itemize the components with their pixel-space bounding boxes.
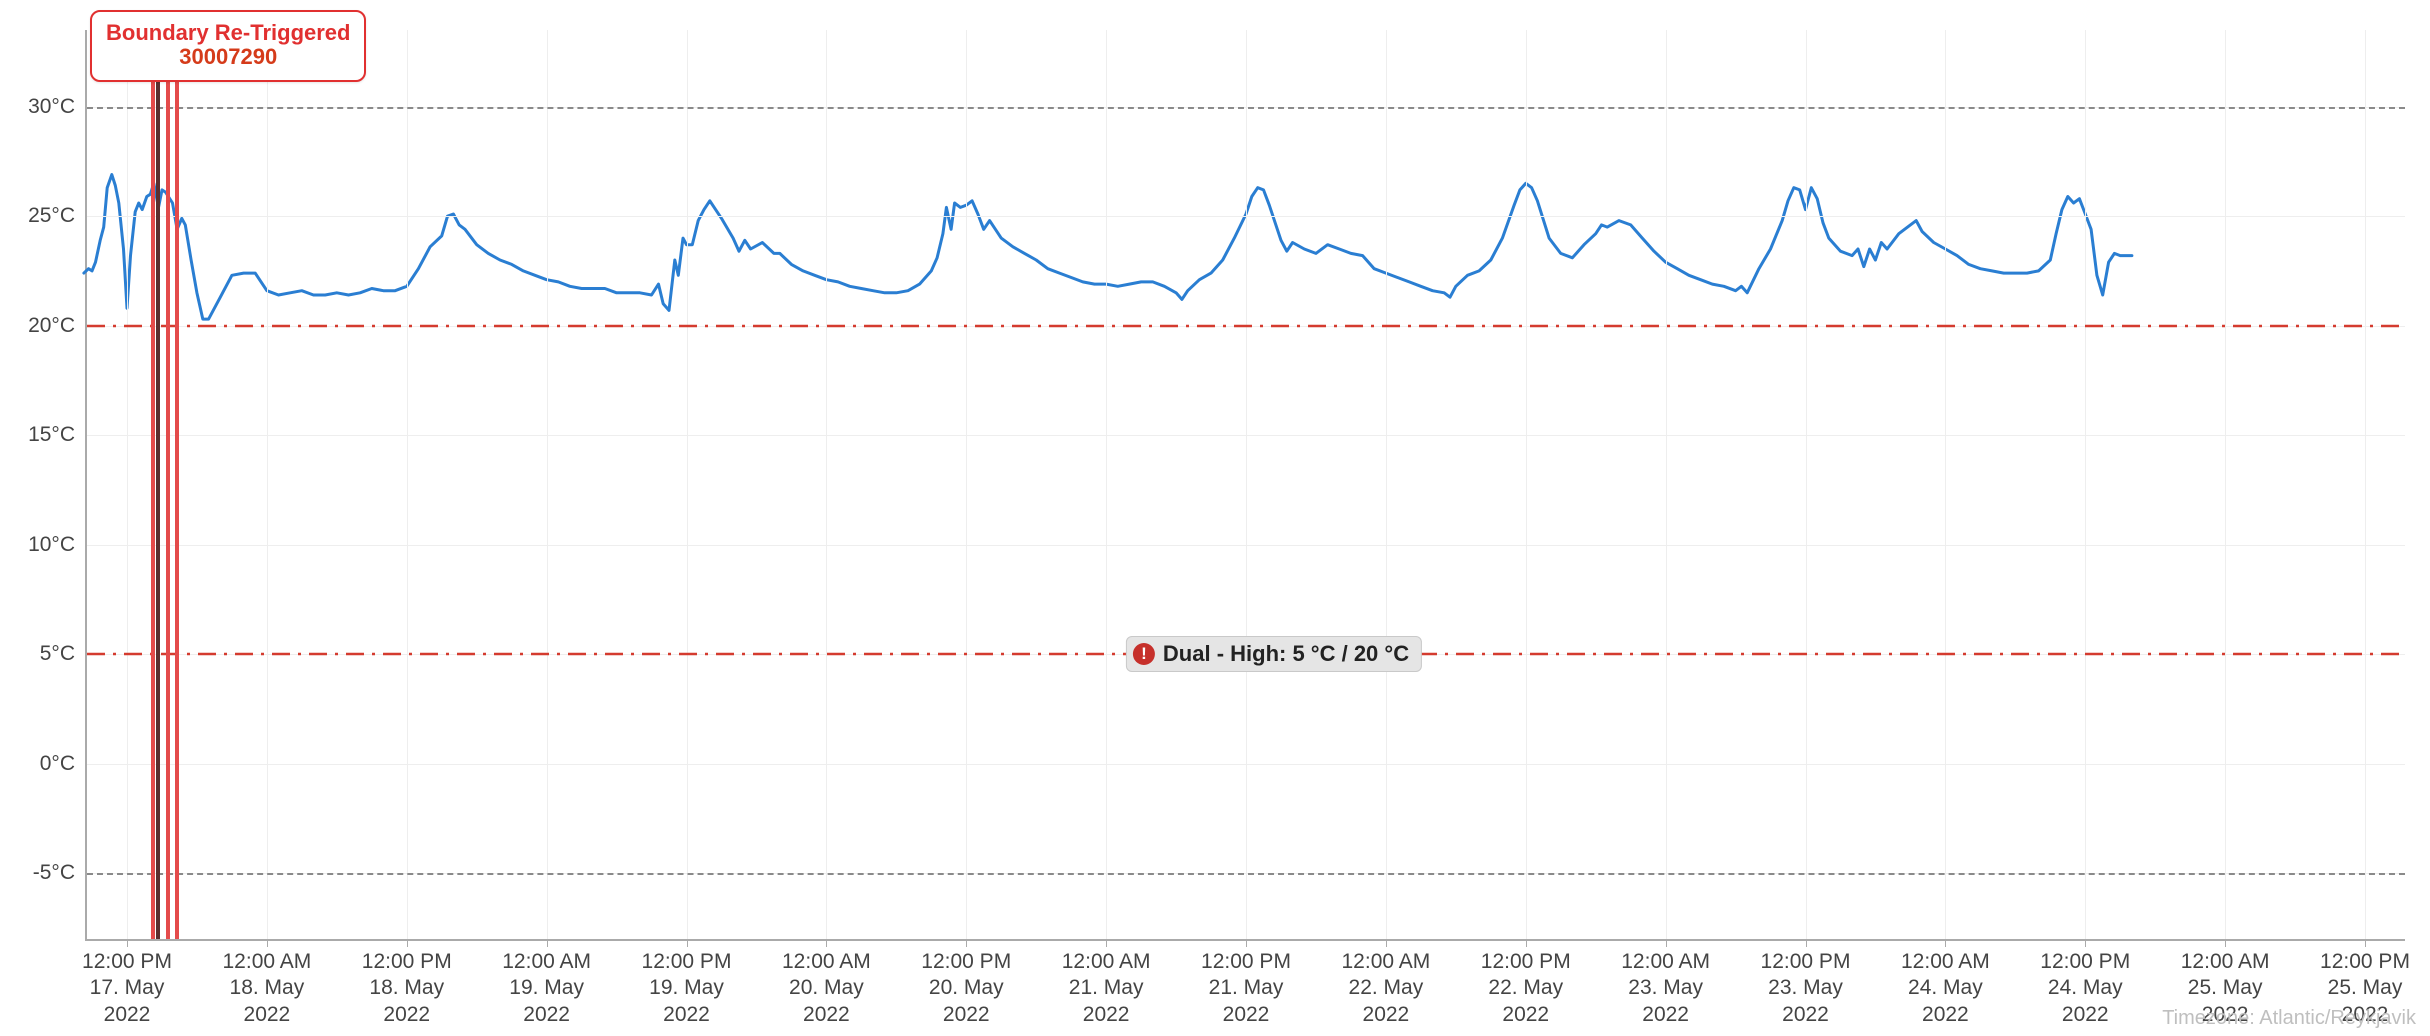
x-tick-label: 12:00 PM22. May2022 (1446, 949, 1606, 1028)
gridline-v (1106, 30, 1107, 939)
chart-container: 12:00 PM17. May202212:00 AM18. May202212… (0, 0, 2430, 1036)
x-tick-mark (407, 939, 408, 947)
y-tick-label: -5°C (0, 861, 75, 885)
y-tick-label: 25°C (0, 204, 75, 228)
gridline-v (2225, 30, 2226, 939)
x-tick-mark (267, 939, 268, 947)
x-tick-label: 12:00 AM20. May2022 (746, 949, 906, 1028)
gridline-v (547, 30, 548, 939)
event-callout-id: 30007290 (106, 44, 350, 70)
x-tick-label: 12:00 AM19. May2022 (467, 949, 627, 1028)
x-tick-mark (547, 939, 548, 947)
x-tick-mark (1666, 939, 1667, 947)
x-tick-label: 12:00 AM18. May2022 (187, 949, 347, 1028)
gridline-v (966, 30, 967, 939)
gridline-v (2085, 30, 2086, 939)
x-tick-mark (2225, 939, 2226, 947)
x-tick-label: 12:00 PM23. May2022 (1726, 949, 1886, 1028)
x-tick-mark (127, 939, 128, 947)
x-tick-mark (687, 939, 688, 947)
y-tick-label: 10°C (0, 533, 75, 557)
event-vertical-line (156, 30, 160, 939)
threshold-line (87, 324, 2405, 328)
x-tick-label: 12:00 PM20. May2022 (886, 949, 1046, 1028)
gridline-v (2365, 30, 2366, 939)
y-tick-label: 15°C (0, 423, 75, 447)
gridline-v (127, 30, 128, 939)
alert-icon: ! (1133, 643, 1155, 665)
y-tick-label: 30°C (0, 95, 75, 119)
event-vertical-line (151, 30, 155, 939)
x-tick-label: 12:00 PM24. May2022 (2005, 949, 2165, 1028)
dual-high-label: ! Dual - High: 5 °C / 20 °C (1126, 636, 1422, 672)
gridline-v (1246, 30, 1247, 939)
event-vertical-line (175, 30, 179, 939)
x-tick-label: 12:00 AM21. May2022 (1026, 949, 1186, 1028)
x-tick-label: 12:00 PM17. May2022 (47, 949, 207, 1028)
x-tick-mark (1106, 939, 1107, 947)
x-tick-label: 12:00 AM22. May2022 (1306, 949, 1466, 1028)
x-tick-mark (826, 939, 827, 947)
x-tick-label: 12:00 PM19. May2022 (607, 949, 767, 1028)
y-tick-label: 0°C (0, 752, 75, 776)
gridline-v (687, 30, 688, 939)
event-callout-title: Boundary Re-Triggered (106, 20, 350, 46)
threshold-line (87, 107, 2405, 109)
event-vertical-line (166, 30, 170, 939)
x-tick-mark (1806, 939, 1807, 947)
x-tick-mark (2365, 939, 2366, 947)
series-line (84, 175, 2132, 320)
x-tick-mark (1526, 939, 1527, 947)
x-tick-label: 12:00 AM23. May2022 (1586, 949, 1746, 1028)
event-callout: Boundary Re-Triggered 30007290 (90, 10, 366, 82)
x-tick-label: 12:00 PM18. May2022 (327, 949, 487, 1028)
timezone-label: Timezone: Atlantic/Reykjavik (2162, 1007, 2416, 1030)
x-tick-label: 12:00 PM21. May2022 (1166, 949, 1326, 1028)
x-tick-mark (1246, 939, 1247, 947)
y-tick-label: 20°C (0, 314, 75, 338)
x-tick-mark (2085, 939, 2086, 947)
x-tick-mark (1386, 939, 1387, 947)
gridline-v (267, 30, 268, 939)
y-tick-label: 5°C (0, 642, 75, 666)
gridline-v (1526, 30, 1527, 939)
gridline-v (826, 30, 827, 939)
x-tick-label: 12:00 AM24. May2022 (1865, 949, 2025, 1028)
x-tick-mark (966, 939, 967, 947)
dual-high-text: Dual - High: 5 °C / 20 °C (1163, 641, 1409, 667)
gridline-v (1945, 30, 1946, 939)
gridline-v (1806, 30, 1807, 939)
plot-area[interactable]: 12:00 PM17. May202212:00 AM18. May202212… (85, 30, 2405, 941)
threshold-line (87, 873, 2405, 875)
gridline-v (1386, 30, 1387, 939)
x-tick-mark (1945, 939, 1946, 947)
gridline-v (1666, 30, 1667, 939)
gridline-v (407, 30, 408, 939)
